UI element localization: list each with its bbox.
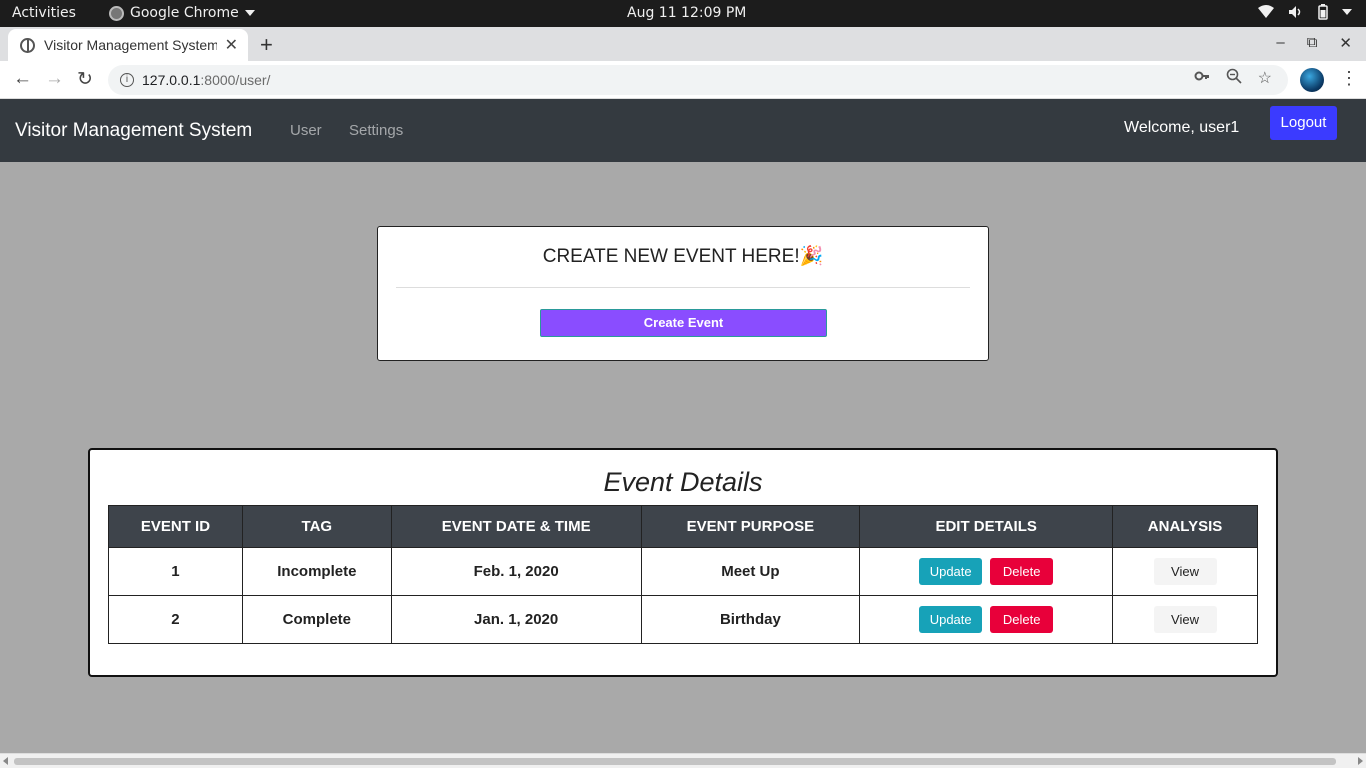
power-menu-icon xyxy=(1342,9,1352,15)
tab-title: Visitor Management System xyxy=(44,37,217,53)
system-tray[interactable] xyxy=(1258,4,1352,20)
window-close-icon[interactable]: ✕ xyxy=(1339,34,1352,52)
forward-arrow-icon[interactable]: → xyxy=(45,68,64,90)
tab-strip: Visitor Management System ✕ + – ⧉ ✕ xyxy=(0,27,1366,61)
app-menu[interactable]: Google Chrome xyxy=(109,5,255,21)
horizontal-scrollbar[interactable] xyxy=(0,753,1366,768)
chevron-down-icon xyxy=(244,10,255,16)
url-host: 127.0.0.1 xyxy=(142,72,201,88)
window-controls: – ⧉ ✕ xyxy=(1276,34,1352,52)
nav-link-user[interactable]: User xyxy=(290,122,322,139)
back-arrow-icon[interactable]: ← xyxy=(13,68,32,90)
update-button[interactable]: Update xyxy=(919,558,983,585)
globe-icon xyxy=(20,37,35,53)
logout-button[interactable]: Logout xyxy=(1270,106,1337,140)
browser-toolbar: ← → ↻ i 127.0.0.1:8000/user/ ☆ ⋮ xyxy=(0,61,1366,99)
new-tab-button[interactable]: + xyxy=(260,32,273,58)
date-time-cell: Feb. 1, 2020 xyxy=(390,547,642,596)
nav-link-settings[interactable]: Settings xyxy=(349,122,403,139)
tag-cell: Incomplete xyxy=(241,547,392,596)
view-button[interactable]: View xyxy=(1153,558,1217,585)
event-id-cell: 2 xyxy=(108,595,243,644)
info-icon[interactable]: i xyxy=(120,73,134,87)
column-header-analysis: ANALYSIS xyxy=(1112,505,1258,548)
app-menu-label: Google Chrome xyxy=(130,5,239,21)
reload-icon[interactable]: ↻ xyxy=(77,68,93,91)
more-menu-icon[interactable]: ⋮ xyxy=(1340,68,1358,89)
wifi-icon xyxy=(1258,5,1274,18)
tag-cell: Complete xyxy=(241,595,392,644)
profile-avatar[interactable] xyxy=(1300,68,1324,92)
system-top-bar: Activities Google Chrome Aug 11 12:09 PM xyxy=(0,0,1366,27)
update-button[interactable]: Update xyxy=(919,606,983,633)
scroll-right-icon[interactable] xyxy=(1358,757,1363,765)
event-details-card: Event Details EVENT ID TAG EVENT DATE & … xyxy=(88,448,1278,677)
event-id-cell: 1 xyxy=(108,547,243,596)
column-header-tag: TAG xyxy=(241,505,392,548)
purpose-cell: Birthday xyxy=(640,595,861,644)
purpose-cell: Meet Up xyxy=(640,547,861,596)
column-header-date-time: EVENT DATE & TIME xyxy=(390,505,642,548)
scrollbar-thumb[interactable] xyxy=(14,758,1336,765)
column-header-edit-details: EDIT DETAILS xyxy=(859,505,1114,548)
volume-icon xyxy=(1289,6,1301,18)
restore-icon[interactable]: ⧉ xyxy=(1307,34,1318,52)
chrome-icon xyxy=(109,5,124,21)
column-header-purpose: EVENT PURPOSE xyxy=(640,505,861,548)
create-event-card: CREATE NEW EVENT HERE!🎉 Create Event xyxy=(377,226,989,361)
brand-title[interactable]: Visitor Management System xyxy=(15,120,252,142)
delete-button[interactable]: Delete xyxy=(990,606,1054,633)
analysis-cell: View xyxy=(1112,547,1258,596)
bookmark-star-icon[interactable]: ☆ xyxy=(1258,68,1272,88)
table-row: 2 Complete Jan. 1, 2020 Birthday Update D… xyxy=(108,595,1258,644)
table-header-row: EVENT ID TAG EVENT DATE & TIME EVENT PUR… xyxy=(108,505,1258,548)
create-event-heading: CREATE NEW EVENT HERE!🎉 xyxy=(542,246,824,267)
key-icon[interactable] xyxy=(1194,68,1210,84)
welcome-text: Welcome, user1 xyxy=(1124,119,1240,136)
close-icon[interactable]: ✕ xyxy=(225,35,238,55)
activities-button[interactable]: Activities xyxy=(12,5,76,21)
minimize-icon[interactable]: – xyxy=(1276,34,1284,52)
divider xyxy=(396,287,970,288)
clock[interactable]: Aug 11 12:09 PM xyxy=(627,5,746,21)
app-navbar: Visitor Management System User Settings … xyxy=(0,99,1366,162)
events-table: EVENT ID TAG EVENT DATE & TIME EVENT PUR… xyxy=(108,505,1258,644)
event-details-title: Event Details xyxy=(603,467,763,497)
scroll-left-icon[interactable] xyxy=(3,757,8,765)
edit-details-cell: Update Delete xyxy=(859,547,1114,596)
url-path: :8000/user/ xyxy=(200,72,271,88)
address-bar[interactable]: i 127.0.0.1:8000/user/ ☆ xyxy=(108,65,1288,95)
analysis-cell: View xyxy=(1112,595,1258,644)
edit-details-cell: Update Delete xyxy=(859,595,1114,644)
create-event-button[interactable]: Create Event xyxy=(540,309,827,337)
table-row: 1 Incomplete Feb. 1, 2020 Meet Up Update… xyxy=(108,547,1258,596)
column-header-event-id: EVENT ID xyxy=(108,505,243,548)
delete-button[interactable]: Delete xyxy=(990,558,1054,585)
date-time-cell: Jan. 1, 2020 xyxy=(390,595,642,644)
battery-icon xyxy=(1318,4,1328,20)
view-button[interactable]: View xyxy=(1153,606,1217,633)
browser-tab[interactable]: Visitor Management System ✕ xyxy=(8,29,248,61)
zoom-icon[interactable] xyxy=(1226,68,1242,84)
